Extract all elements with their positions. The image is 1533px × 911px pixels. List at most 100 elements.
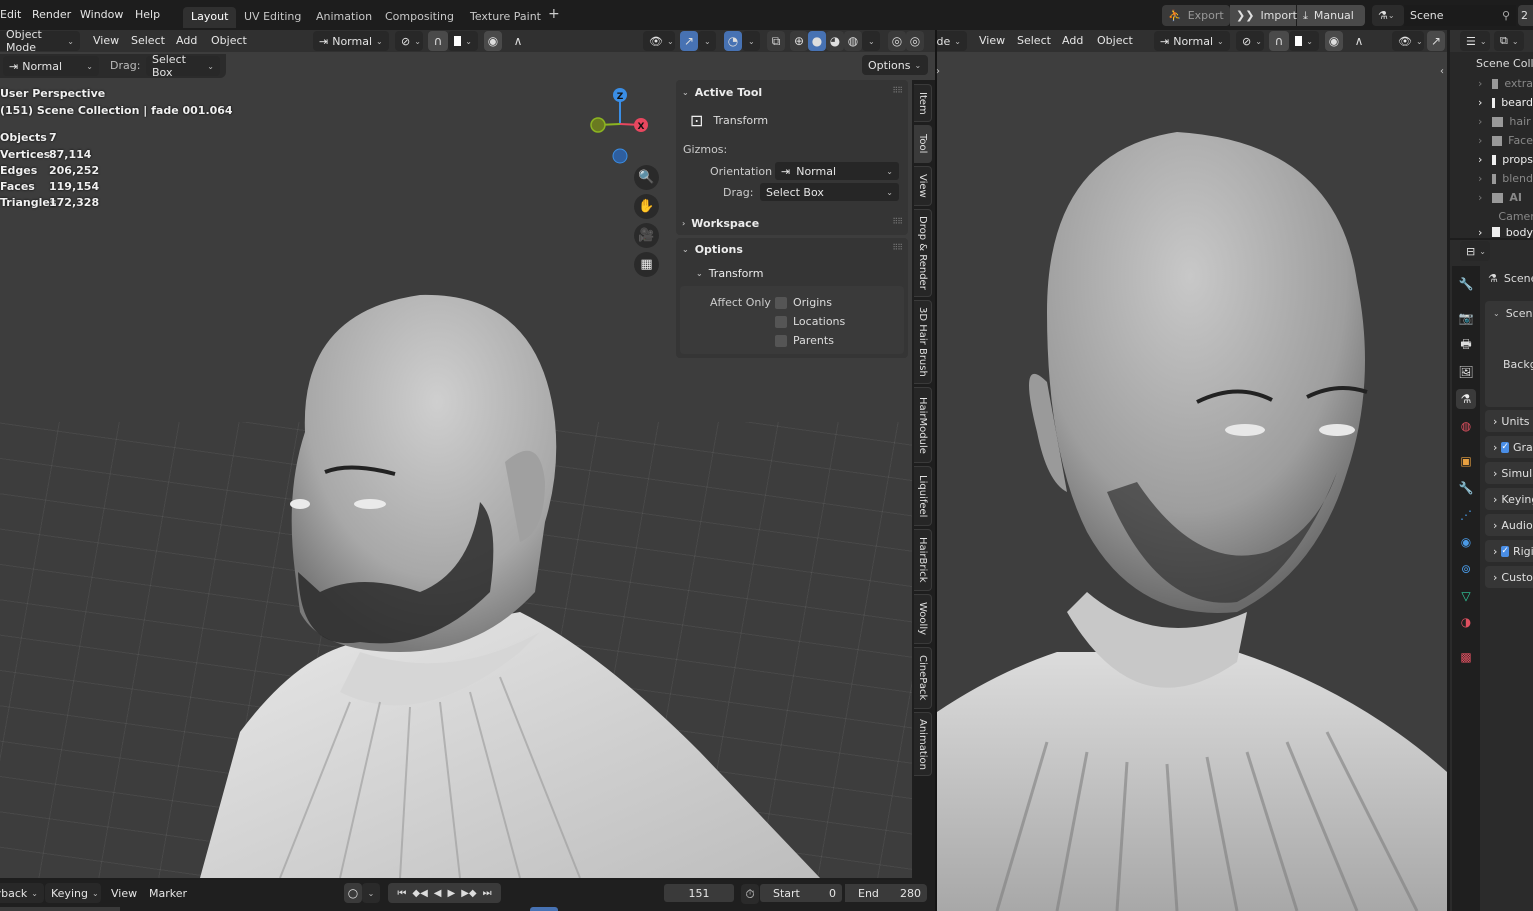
rigid-body-world-section[interactable]: ›✓Rigid Body World bbox=[1485, 540, 1533, 562]
snap-toggle-right[interactable]: ∩ bbox=[1269, 31, 1289, 51]
preview-range-toggle[interactable]: ⏱ bbox=[741, 884, 759, 904]
menu-edit[interactable]: Edit bbox=[0, 8, 21, 21]
tab-object[interactable]: ▣ bbox=[1456, 451, 1476, 471]
tab-modifiers[interactable]: 🔧 bbox=[1456, 478, 1476, 498]
outliner-scene-collection[interactable]: Scene Collection bbox=[1470, 54, 1533, 73]
visibility-dropdown-right[interactable]: 👁 ⌄ bbox=[1392, 31, 1424, 51]
play-icon[interactable]: ▶ bbox=[448, 888, 456, 899]
gizmo-orientation-dropdown[interactable]: ⇥ Normal ⌄ bbox=[775, 162, 899, 180]
play-reverse-icon[interactable]: ◀ bbox=[434, 888, 442, 899]
menu-add[interactable]: Add bbox=[176, 34, 197, 47]
add-workspace-button[interactable]: + bbox=[548, 6, 560, 22]
tab-material[interactable]: ◑ bbox=[1456, 612, 1476, 632]
export-button[interactable]: ⛹ Export bbox=[1162, 5, 1230, 26]
tab-view-layer[interactable]: 🖼 bbox=[1456, 362, 1476, 382]
outliner-display-mode-dropdown[interactable]: ☰ ⌄ bbox=[1460, 31, 1490, 51]
gizmo-toggle[interactable]: ↗ bbox=[680, 31, 698, 51]
menu-add-right[interactable]: Add bbox=[1062, 34, 1083, 47]
tab-animation[interactable]: Animation bbox=[914, 712, 932, 776]
gizmo-drag-dropdown[interactable]: Select Box ⌄ bbox=[760, 183, 899, 201]
origins-checkbox[interactable]: Origins bbox=[775, 296, 832, 309]
proportional-edit-toggle-right[interactable]: ◉ bbox=[1325, 31, 1343, 51]
addon-toggle-1[interactable]: ◎ bbox=[888, 31, 906, 51]
tab-woolly[interactable]: Woolly bbox=[914, 594, 932, 644]
shading-solid[interactable]: ● bbox=[808, 31, 826, 51]
expand-toolbar-arrow[interactable]: › bbox=[936, 66, 940, 77]
drag-handle-icon[interactable]: ⠿⠿ bbox=[892, 217, 903, 226]
menu-select-right[interactable]: Select bbox=[1017, 34, 1051, 47]
jump-end-icon[interactable]: ⏭ bbox=[483, 888, 492, 899]
simulation-section[interactable]: ›Simulation bbox=[1485, 462, 1533, 484]
end-frame-field[interactable]: End 280 bbox=[845, 884, 927, 902]
tab-compositing[interactable]: Compositing bbox=[377, 7, 462, 28]
overlays-dropdown[interactable]: ⌄ bbox=[742, 31, 760, 51]
tab-tool[interactable]: Tool bbox=[914, 125, 932, 163]
outliner-item[interactable]: › props bbox=[1450, 150, 1533, 169]
playback-dropdown[interactable]: Playback⌄ bbox=[0, 883, 44, 903]
options-header[interactable]: ⌄ Options bbox=[682, 243, 743, 256]
menu-view[interactable]: View bbox=[93, 34, 119, 47]
expand-sidebar-arrow[interactable]: ‹ bbox=[1440, 66, 1444, 77]
shading-rendered[interactable]: ◍ bbox=[844, 31, 862, 51]
mode-dropdown[interactable]: Object Mode ⌄ bbox=[0, 28, 80, 54]
tab-hairbrick[interactable]: HairBrick bbox=[914, 529, 932, 591]
outliner-item[interactable]: › Face bbox=[1450, 131, 1533, 150]
current-frame-field[interactable]: 151 bbox=[664, 884, 734, 902]
pin-icon[interactable]: ⚲ bbox=[1502, 9, 1510, 22]
transform-subheader[interactable]: ⌄ Transform bbox=[696, 267, 763, 280]
outliner-item[interactable]: › body bbox=[1450, 226, 1533, 238]
overlays-toggle[interactable]: ◔ bbox=[724, 31, 742, 51]
prev-keyframe-icon[interactable]: ◆◀ bbox=[412, 888, 427, 899]
auto-keying-toggle[interactable]: ○ bbox=[344, 883, 362, 903]
tab-item[interactable]: Item bbox=[914, 84, 932, 122]
outliner-item[interactable]: ›Camera bbox=[1450, 207, 1533, 226]
outliner-item[interactable]: › hair bbox=[1450, 112, 1533, 131]
jump-start-icon[interactable]: ⏮ bbox=[397, 888, 406, 899]
tab-uv-editing[interactable]: UV Editing bbox=[236, 7, 309, 28]
drag-handle-icon[interactable]: ⠿⠿ bbox=[892, 86, 903, 95]
tab-render[interactable]: 📷 bbox=[1456, 308, 1476, 328]
shading-material[interactable]: ◕ bbox=[826, 31, 844, 51]
proportional-edit-toggle[interactable]: ◉ bbox=[484, 31, 502, 51]
timeline-menu-marker[interactable]: Marker bbox=[149, 887, 187, 900]
snap-target-dropdown-right[interactable]: ⌄ bbox=[1289, 31, 1319, 51]
drag-handle-icon[interactable]: ⠿⠿ bbox=[892, 243, 903, 252]
tab-layout[interactable]: Layout bbox=[183, 7, 237, 28]
shading-wireframe[interactable]: ⊕ bbox=[790, 31, 808, 51]
shading-dropdown[interactable]: ⌄ bbox=[862, 31, 880, 51]
view-layer-button[interactable]: 2 bbox=[1518, 5, 1533, 26]
camera-view-button[interactable]: 🎥 bbox=[634, 223, 659, 248]
tab-liquifeel[interactable]: Liquifeel bbox=[914, 466, 932, 526]
tab-animation[interactable]: Animation bbox=[308, 7, 380, 28]
tab-3d-hair-brush[interactable]: 3D Hair Brush bbox=[914, 300, 932, 384]
menu-help[interactable]: Help bbox=[135, 8, 160, 21]
next-keyframe-icon[interactable]: ▶◆ bbox=[461, 888, 476, 899]
menu-window[interactable]: Window bbox=[80, 8, 123, 21]
xray-toggle[interactable]: ⧉ bbox=[767, 31, 785, 51]
options-dropdown[interactable]: Options ⌄ bbox=[862, 55, 928, 75]
transform-orientation-dropdown[interactable]: ⇥ Normal ⌄ bbox=[313, 31, 389, 51]
scene-section-header[interactable]: ⌄ Scene bbox=[1493, 307, 1533, 320]
tab-data[interactable]: ▽ bbox=[1456, 586, 1476, 606]
gizmo-dropdown[interactable]: ⌄ bbox=[698, 31, 716, 51]
drag-dropdown[interactable]: Select Box ⌄ bbox=[146, 53, 220, 79]
gravity-checkbox[interactable]: ✓ bbox=[1501, 441, 1509, 453]
tab-particles[interactable]: ⋰ bbox=[1456, 505, 1476, 525]
snap-target-dropdown[interactable]: ⌄ bbox=[448, 31, 478, 51]
parents-checkbox[interactable]: Parents bbox=[775, 334, 834, 347]
menu-render[interactable]: Render bbox=[32, 8, 71, 21]
tab-physics[interactable]: ◉ bbox=[1456, 532, 1476, 552]
menu-object-right[interactable]: Object bbox=[1097, 34, 1133, 47]
tab-output[interactable]: 🖶 bbox=[1456, 335, 1476, 355]
tab-cinepack[interactable]: CinePack bbox=[914, 647, 932, 709]
outliner-item[interactable]: › AI bbox=[1450, 188, 1533, 207]
keying-dropdown[interactable]: Keying ⌄ bbox=[45, 883, 101, 903]
scene-selector-button[interactable]: ⚗ ⌄ bbox=[1372, 5, 1404, 26]
custom-properties-section[interactable]: ›Custom Properties bbox=[1485, 566, 1533, 588]
timeline-scrollbar[interactable] bbox=[0, 907, 120, 911]
mode-dropdown-right[interactable]: Object Mode⌄ bbox=[937, 31, 967, 51]
gravity-section[interactable]: ›✓Gravity bbox=[1485, 436, 1533, 458]
menu-select[interactable]: Select bbox=[131, 34, 165, 47]
auto-keying-dropdown[interactable]: ⌄ bbox=[362, 883, 380, 903]
tab-scene[interactable]: ⚗ bbox=[1456, 389, 1476, 409]
